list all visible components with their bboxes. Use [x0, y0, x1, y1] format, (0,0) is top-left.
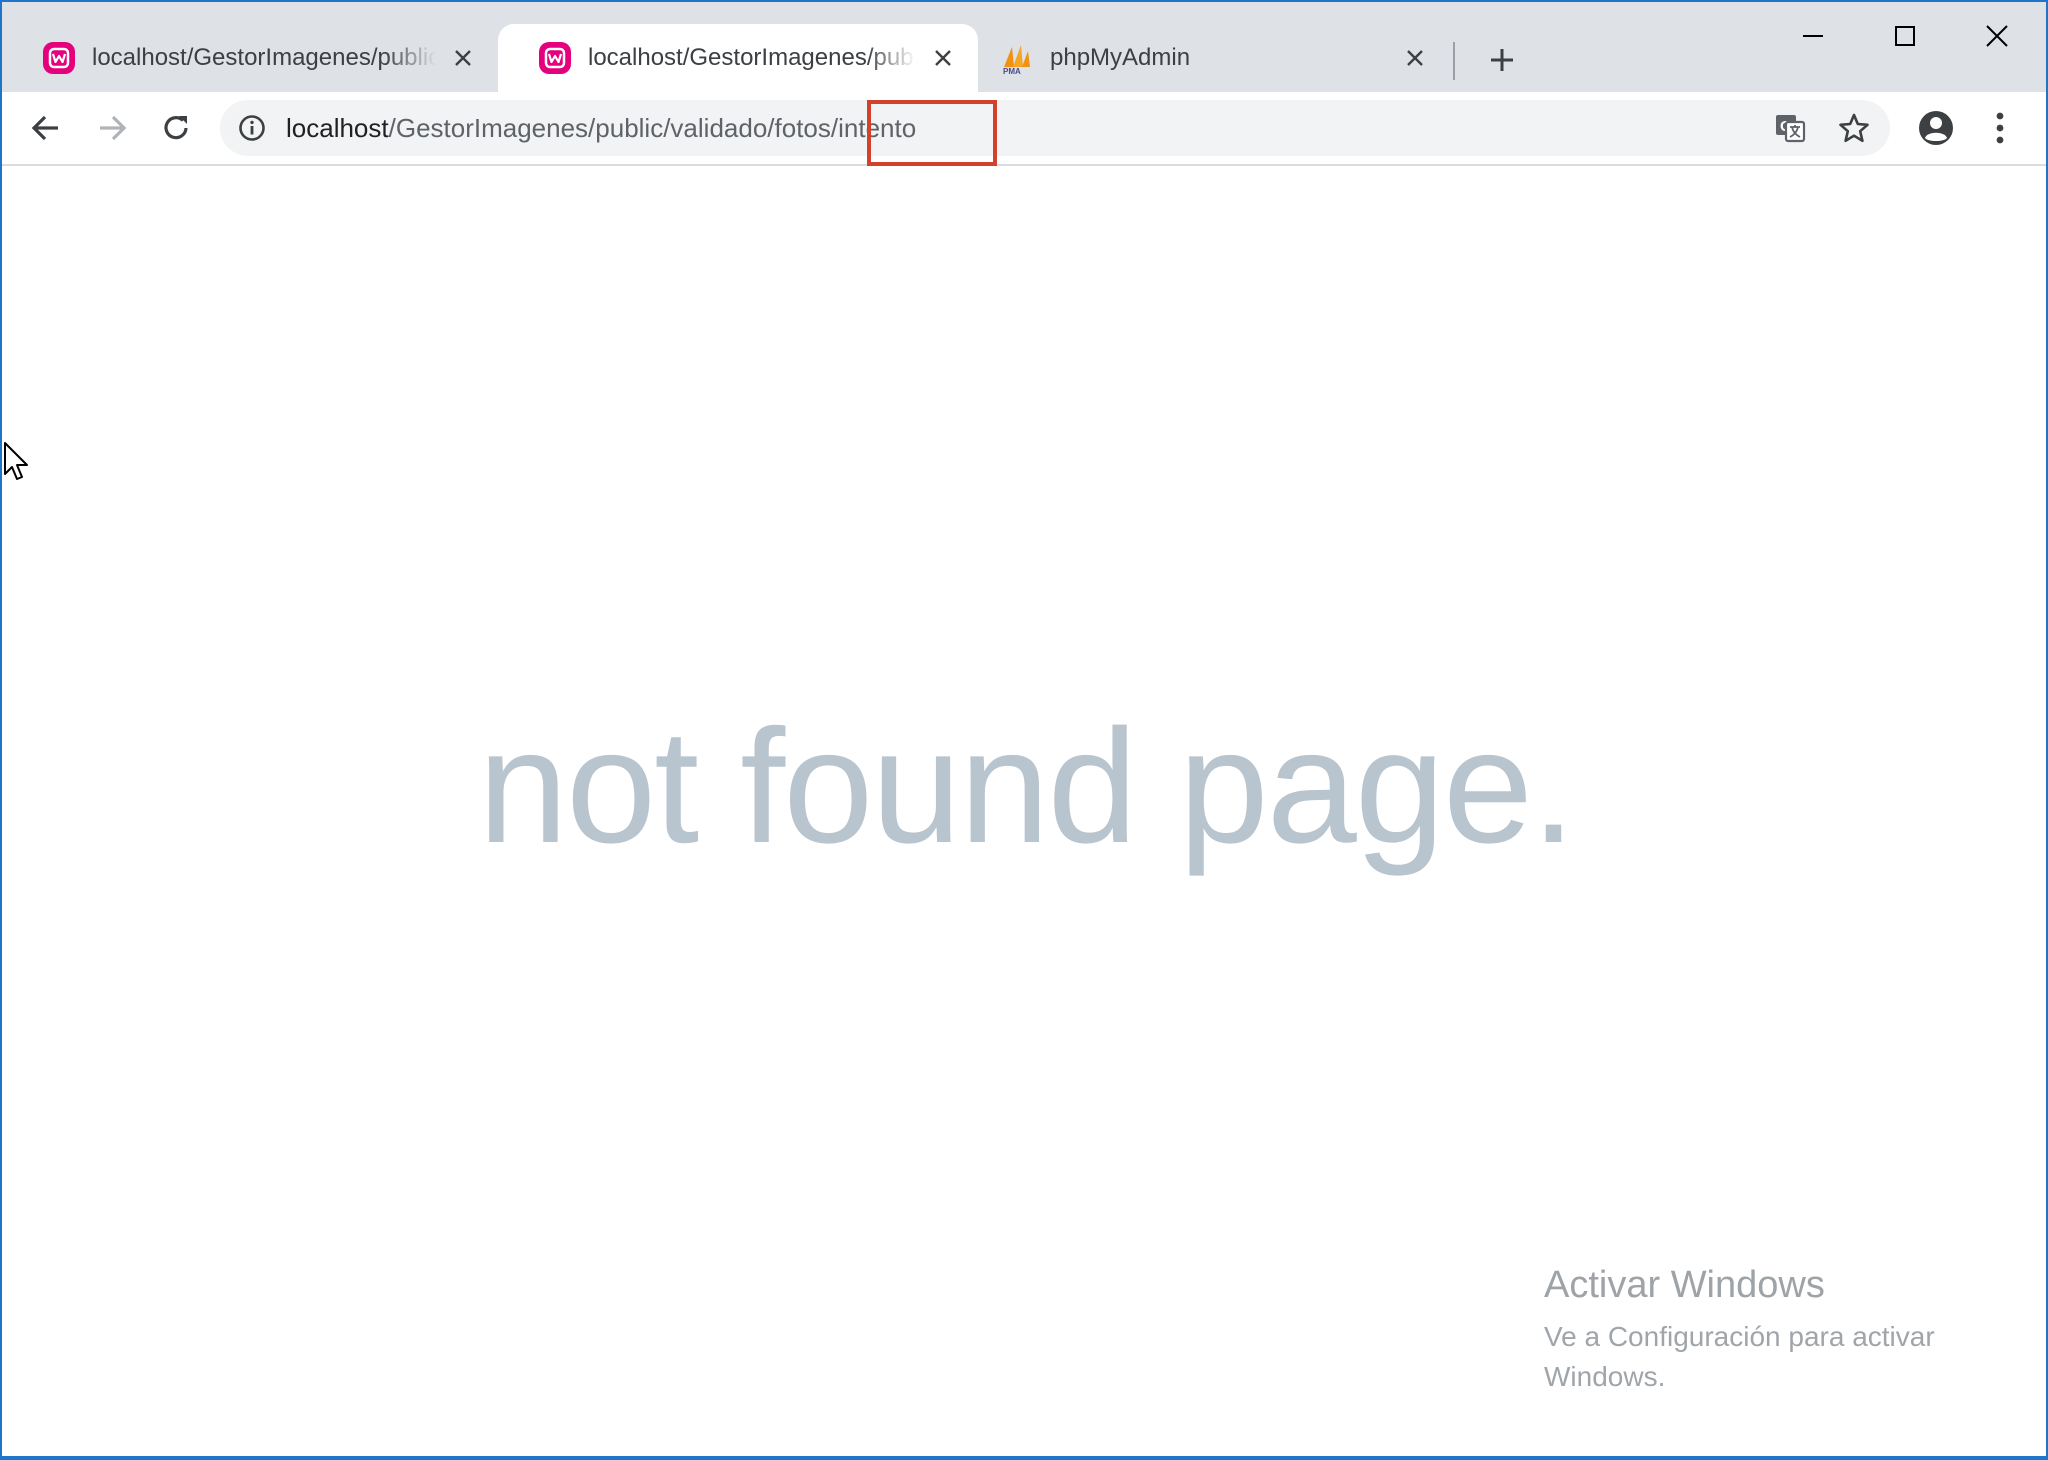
close-tab-icon[interactable] — [928, 43, 958, 73]
more-vert-icon — [1996, 112, 2004, 144]
activate-windows-watermark: Activar Windows Ve a Configuración para … — [1544, 1264, 1984, 1397]
minimize-icon — [1803, 35, 1823, 37]
new-tab-button[interactable] — [1482, 40, 1522, 80]
browser-toolbar: localhost/GestorImagenes/public/validado… — [2, 92, 2046, 166]
plus-icon — [1491, 49, 1513, 71]
close-icon — [1986, 25, 2008, 47]
maximize-button[interactable] — [1860, 6, 1950, 66]
minimize-button[interactable] — [1768, 6, 1858, 66]
tab-phpmyadmin[interactable]: PMA phpMyAdmin — [960, 24, 1450, 92]
phpmyadmin-icon: PMA — [1003, 45, 1030, 75]
close-window-button[interactable] — [1952, 6, 2042, 66]
tab-gestor-1[interactable]: localhost/GestorImagenes/public — [2, 24, 498, 92]
forward-button[interactable] — [88, 104, 136, 152]
bookmark-star-icon[interactable] — [1838, 112, 1870, 144]
tab-title: phpMyAdmin — [1050, 44, 1191, 71]
account-circle-icon — [1919, 111, 1953, 145]
browser-window: localhost/GestorImagenes/public localhos… — [0, 0, 2048, 1460]
svg-text:PMA: PMA — [1003, 67, 1021, 75]
watermark-subtitle: Ve a Configuración para activar Windows. — [1544, 1321, 1935, 1392]
wamp-icon — [43, 42, 75, 74]
translate-icon[interactable]: G — [1774, 112, 1806, 144]
profile-button[interactable] — [1912, 104, 1960, 152]
back-button[interactable] — [22, 104, 70, 152]
reload-icon — [164, 116, 188, 140]
tab-strip: localhost/GestorImagenes/public localhos… — [2, 2, 2046, 92]
close-tab-icon[interactable] — [448, 43, 478, 73]
url-path: /GestorImagenes/public/validado/fotos/in… — [388, 113, 917, 143]
tab-title: localhost/GestorImagenes/public — [92, 44, 436, 71]
tab-separator — [1453, 42, 1455, 80]
url-highlight-box — [867, 100, 997, 166]
url-text[interactable]: localhost/GestorImagenes/public/validado… — [286, 100, 916, 156]
menu-button[interactable] — [1976, 104, 2024, 152]
not-found-message: not found page. — [477, 696, 1576, 877]
watermark-title: Activar Windows — [1544, 1264, 1825, 1306]
maximize-icon — [1895, 26, 1915, 46]
back-arrow-icon — [31, 115, 58, 141]
address-bar[interactable]: localhost/GestorImagenes/public/validado… — [220, 100, 1890, 156]
url-host: localhost — [286, 113, 389, 143]
reload-button[interactable] — [152, 104, 200, 152]
tab-title: localhost/GestorImagenes/public — [588, 44, 916, 71]
close-tab-icon[interactable] — [1400, 43, 1430, 73]
tab-gestor-2-active[interactable]: localhost/GestorImagenes/public — [498, 24, 978, 92]
forward-arrow-icon — [100, 115, 127, 141]
wamp-icon — [539, 42, 571, 74]
info-icon[interactable] — [238, 114, 266, 142]
mouse-cursor-icon — [4, 442, 28, 480]
